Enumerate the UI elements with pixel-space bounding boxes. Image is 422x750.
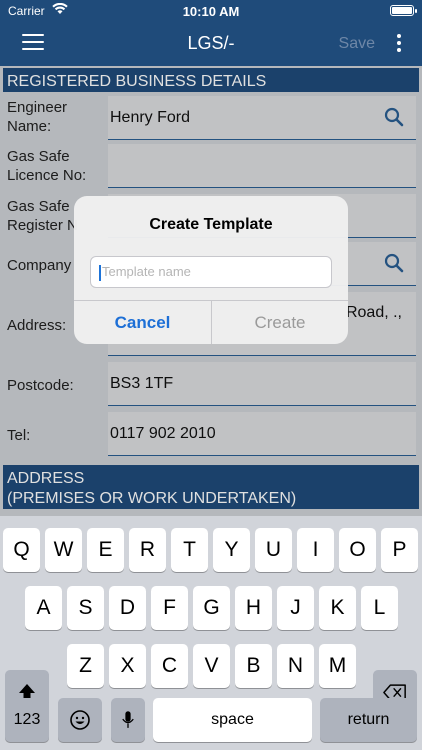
key-u[interactable]: U — [255, 528, 292, 572]
nav-bar: LGS/- Save — [0, 22, 422, 66]
key-s[interactable]: S — [67, 586, 104, 630]
emoji-key[interactable] — [58, 698, 102, 742]
dialog-buttons: Cancel Create — [74, 300, 348, 344]
return-key[interactable]: return — [320, 698, 417, 742]
key-l[interactable]: L — [361, 586, 398, 630]
key-q[interactable]: Q — [3, 528, 40, 572]
template-name-input[interactable]: Template name — [90, 256, 332, 288]
key-m[interactable]: M — [319, 644, 356, 688]
key-t[interactable]: T — [171, 528, 208, 572]
create-button[interactable]: Create — [212, 301, 348, 344]
key-w[interactable]: W — [45, 528, 82, 572]
key-c[interactable]: C — [151, 644, 188, 688]
key-j[interactable]: J — [277, 586, 314, 630]
emoji-icon — [70, 710, 90, 730]
on-screen-keyboard: QWERTYUIOP ASDFGHJKL ZXCVBNM 123 space r… — [0, 516, 422, 750]
key-y[interactable]: Y — [213, 528, 250, 572]
key-r[interactable]: R — [129, 528, 166, 572]
key-n[interactable]: N — [277, 644, 314, 688]
status-bar: Carrier 10:10 AM — [0, 0, 422, 22]
clock: 10:10 AM — [182, 4, 240, 19]
space-key[interactable]: space — [153, 698, 312, 742]
key-z[interactable]: Z — [67, 644, 104, 688]
key-x[interactable]: X — [109, 644, 146, 688]
key-g[interactable]: G — [193, 586, 230, 630]
app-header: Carrier 10:10 AM LGS/- Save — [0, 0, 422, 66]
key-b[interactable]: B — [235, 644, 272, 688]
battery-icon — [390, 5, 417, 16]
dialog-title: Create Template — [149, 216, 273, 233]
microphone-key[interactable] — [111, 698, 145, 742]
key-v[interactable]: V — [193, 644, 230, 688]
numbers-key[interactable]: 123 — [5, 698, 49, 742]
template-name-placeholder: Template name — [102, 264, 191, 279]
more-options-icon[interactable] — [396, 32, 402, 54]
key-e[interactable]: E — [87, 528, 124, 572]
key-p[interactable]: P — [381, 528, 418, 572]
save-button[interactable]: Save — [339, 35, 375, 53]
key-f[interactable]: F — [151, 586, 188, 630]
cancel-button[interactable]: Cancel — [74, 301, 211, 344]
key-h[interactable]: H — [235, 586, 272, 630]
create-template-dialog: Create Template Template name Cancel Cre… — [74, 196, 348, 344]
microphone-icon — [122, 711, 134, 728]
key-i[interactable]: I — [297, 528, 334, 572]
key-d[interactable]: D — [109, 586, 146, 630]
key-o[interactable]: O — [339, 528, 376, 572]
key-k[interactable]: K — [319, 586, 356, 630]
key-a[interactable]: A — [25, 586, 62, 630]
